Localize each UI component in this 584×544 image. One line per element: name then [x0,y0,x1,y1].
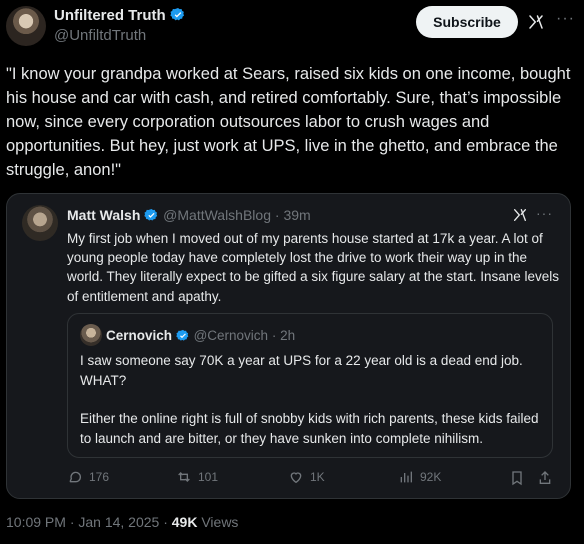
like-icon [290,472,302,484]
inner-author-avatar[interactable] [80,324,102,346]
quoted-author-handle[interactable]: @MattWalshBlog [163,207,271,223]
verified-badge-icon [176,329,189,341]
grok-icon[interactable] [527,13,545,31]
views-label: Views [197,514,239,530]
inner-text-line-2: Either the online right is full of snobb… [80,411,539,446]
like-button[interactable]: 1K [288,469,325,485]
views-count: 92K [420,470,442,484]
more-dots-icon[interactable]: ··· [536,205,553,221]
post-time[interactable]: 10:09 PM · Jan 14, 2025 · [6,514,172,530]
author-handle[interactable]: @UnfiltdTruth [54,27,146,44]
inner-author-name[interactable]: Cernovich [106,328,172,343]
author-name[interactable]: Unfiltered Truth [54,7,166,24]
quoted-author-avatar[interactable] [22,205,58,241]
inner-author-handle[interactable]: @Cernovich [194,328,268,343]
share-icon[interactable] [537,470,553,486]
like-count: 1K [310,470,325,484]
author-avatar[interactable] [6,6,46,46]
bookmark-icon[interactable] [509,470,525,486]
views-total: 49K [171,514,198,530]
quoted-author-name[interactable]: Matt Walsh [67,207,140,223]
quoted-time[interactable]: 39m [283,207,310,223]
inner-tweet-text: I saw someone say 70K a year at UPS for … [80,351,545,448]
more-dots-icon[interactable]: ··· [556,10,575,28]
tweet-text: "I know your grandpa worked at Sears, ra… [6,65,571,179]
verified-badge-icon [144,208,158,221]
reply-button[interactable]: 176 [67,469,109,485]
repost-button[interactable]: 101 [176,469,218,485]
repost-icon [178,472,190,482]
inner-header: Cernovich @Cernovich · 2h [106,328,296,343]
inner-text-line-1: I saw someone say 70K a year at UPS for … [80,353,523,388]
quoted-header: Matt Walsh @MattWalshBlog · 39m [67,207,311,223]
quoted-tweet-text: My first job when I moved out of my pare… [67,231,559,304]
views-button[interactable]: 92K [398,469,441,485]
inner-time[interactable]: 2h [280,328,295,343]
reply-count: 176 [89,470,110,484]
views-icon [400,471,412,483]
grok-icon[interactable] [512,207,528,223]
verified-badge-icon [170,8,185,21]
repost-count: 101 [198,470,219,484]
subscribe-button[interactable]: Subscribe [416,6,518,38]
reply-icon [69,471,81,483]
timestamp-footer: 10:09 PM · Jan 14, 2025 · 49K Views [6,514,238,530]
author-name-row[interactable]: Unfiltered Truth [54,7,186,25]
